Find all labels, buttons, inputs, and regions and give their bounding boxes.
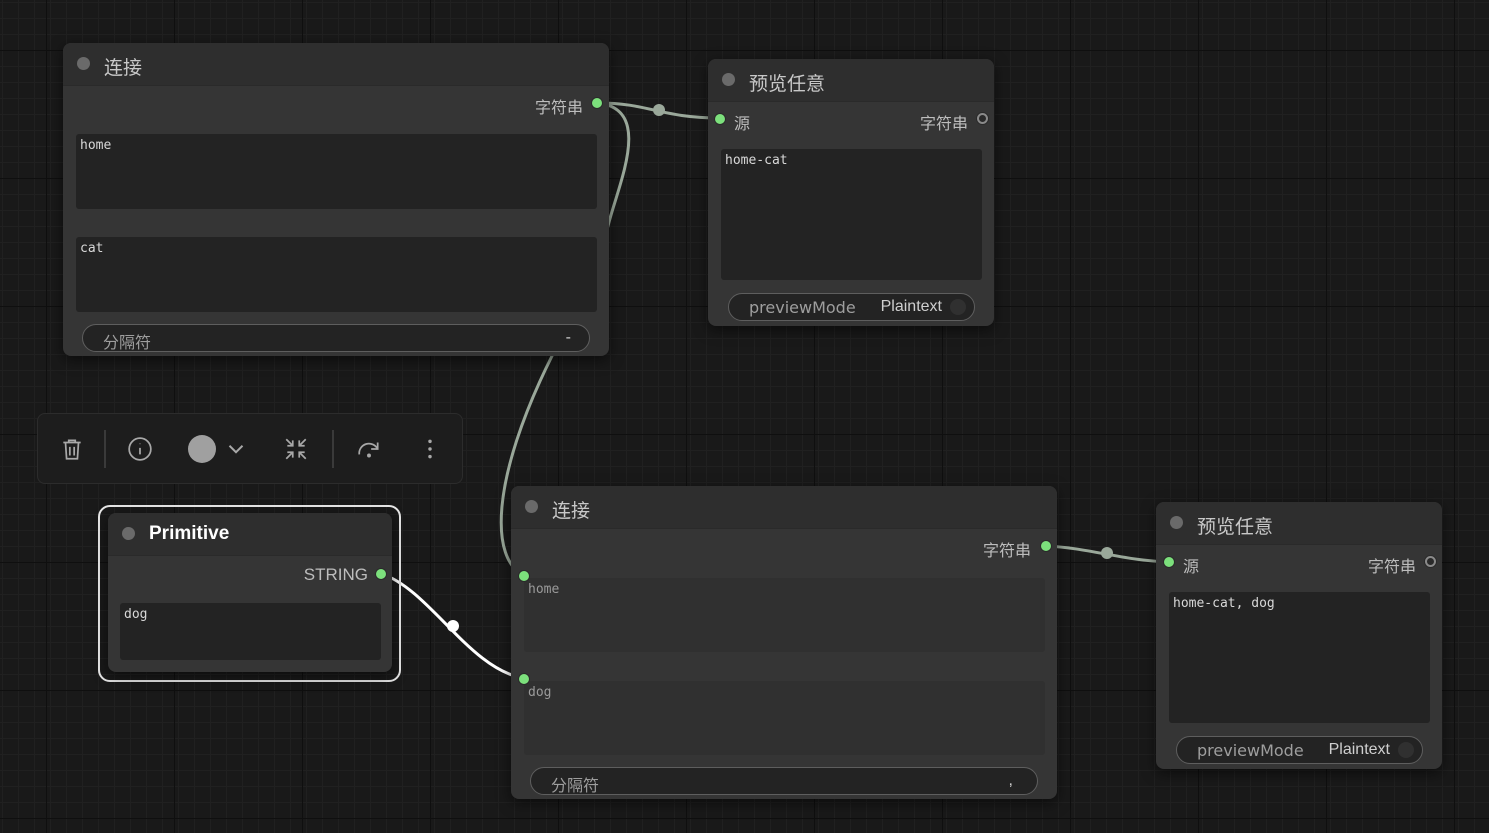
collapse-dot-icon[interactable]: [525, 500, 538, 513]
linked-input-1[interactable]: home: [524, 578, 1045, 652]
chevron-down-icon[interactable]: [223, 436, 249, 462]
primitive-text-input[interactable]: dog: [120, 603, 381, 660]
separator-widget[interactable]: 分隔符 ,: [530, 767, 1038, 795]
link-concat2-to-preview2[interactable]: [1045, 544, 1169, 564]
output-slot-dot[interactable]: [1425, 556, 1436, 567]
node-header[interactable]: 连接: [511, 486, 1057, 529]
preview-mode-value: Plaintext: [880, 298, 942, 315]
link-midpoint-selected[interactable]: [447, 620, 459, 632]
redo-arrow-icon[interactable]: [356, 436, 382, 462]
input-slot-dot-2[interactable]: [519, 674, 529, 684]
separator-value: -: [565, 329, 571, 346]
more-vertical-icon[interactable]: [417, 436, 443, 462]
preview-text[interactable]: home-cat: [721, 149, 982, 280]
node-header[interactable]: Primitive: [108, 513, 392, 556]
preview-mode-value: Plaintext: [1328, 741, 1390, 758]
input-label: 源: [1183, 557, 1200, 576]
node-title: Primitive: [149, 523, 230, 544]
collapse-dot-icon[interactable]: [1170, 516, 1183, 529]
preview-mode-toggle[interactable]: previewMode Plaintext: [1176, 736, 1423, 764]
link-midpoint[interactable]: [1101, 547, 1113, 559]
concat-node-1[interactable]: 连接 字符串 home cat 分隔符 -: [63, 43, 609, 356]
separator-widget[interactable]: 分隔符 -: [82, 324, 590, 352]
linked-input-1-label: home: [528, 582, 560, 597]
input-slot-dot-1[interactable]: [519, 571, 529, 581]
input-label: 源: [734, 114, 751, 133]
concat-node-2[interactable]: 连接 字符串 home dog 分隔符 ,: [511, 486, 1057, 799]
node-title: 连接: [104, 57, 143, 79]
preview-node-1[interactable]: 预览任意 源 字符串 home-cat previewMode Plaintex…: [708, 59, 994, 326]
collapse-dot-icon[interactable]: [722, 73, 735, 86]
node-header[interactable]: 连接: [63, 43, 609, 86]
link-primitive-to-concat2[interactable]: [381, 572, 525, 680]
text-input-1[interactable]: home: [76, 134, 597, 209]
output-slot-dot[interactable]: [592, 98, 602, 108]
node-header[interactable]: 预览任意: [1156, 502, 1442, 545]
node-title: 预览任意: [749, 73, 826, 95]
output-slot-dot[interactable]: [1041, 541, 1051, 551]
trash-icon[interactable]: [59, 436, 85, 462]
link-midpoint[interactable]: [653, 104, 665, 116]
separator-label: 分隔符: [103, 333, 152, 352]
collapse-dot-icon[interactable]: [77, 57, 90, 70]
output-label: STRING: [303, 565, 368, 584]
node-header[interactable]: 预览任意: [708, 59, 994, 102]
separator-value: ,: [1008, 772, 1013, 789]
collapse-dot-icon[interactable]: [122, 527, 135, 540]
node-title: 连接: [552, 500, 591, 522]
preview-node-2[interactable]: 预览任意 源 字符串 home-cat, dog previewMode Pla…: [1156, 502, 1442, 769]
preview-text[interactable]: home-cat, dog: [1169, 592, 1430, 723]
output-label: 字符串: [1367, 557, 1416, 576]
collapse-arrows-icon[interactable]: [283, 436, 309, 462]
toggle-knob[interactable]: [950, 299, 966, 315]
info-icon[interactable]: [127, 436, 153, 462]
output-label: 字符串: [534, 98, 583, 117]
output-label: 字符串: [919, 114, 968, 133]
linked-input-2[interactable]: dog: [524, 681, 1045, 755]
selection-toolbar: [37, 413, 463, 484]
node-title: 预览任意: [1197, 516, 1274, 538]
output-slot-dot[interactable]: [376, 569, 386, 579]
text-input-2[interactable]: cat: [76, 237, 597, 312]
separator-label: 分隔符: [551, 776, 600, 795]
linked-input-2-label: dog: [528, 685, 552, 700]
preview-mode-label: previewMode: [749, 298, 856, 317]
toolbar-divider: [104, 430, 106, 468]
toggle-knob[interactable]: [1398, 742, 1414, 758]
input-slot-dot[interactable]: [1164, 557, 1174, 567]
input-slot-dot[interactable]: [715, 114, 725, 124]
link-concat1-to-preview1[interactable]: [597, 101, 721, 120]
color-circle-icon[interactable]: [188, 435, 216, 463]
output-label: 字符串: [982, 541, 1031, 560]
output-slot-dot[interactable]: [977, 113, 988, 124]
toolbar-divider: [332, 430, 334, 468]
primitive-node[interactable]: Primitive STRING dog: [108, 513, 392, 672]
preview-mode-toggle[interactable]: previewMode Plaintext: [728, 293, 975, 321]
preview-mode-label: previewMode: [1197, 741, 1304, 760]
